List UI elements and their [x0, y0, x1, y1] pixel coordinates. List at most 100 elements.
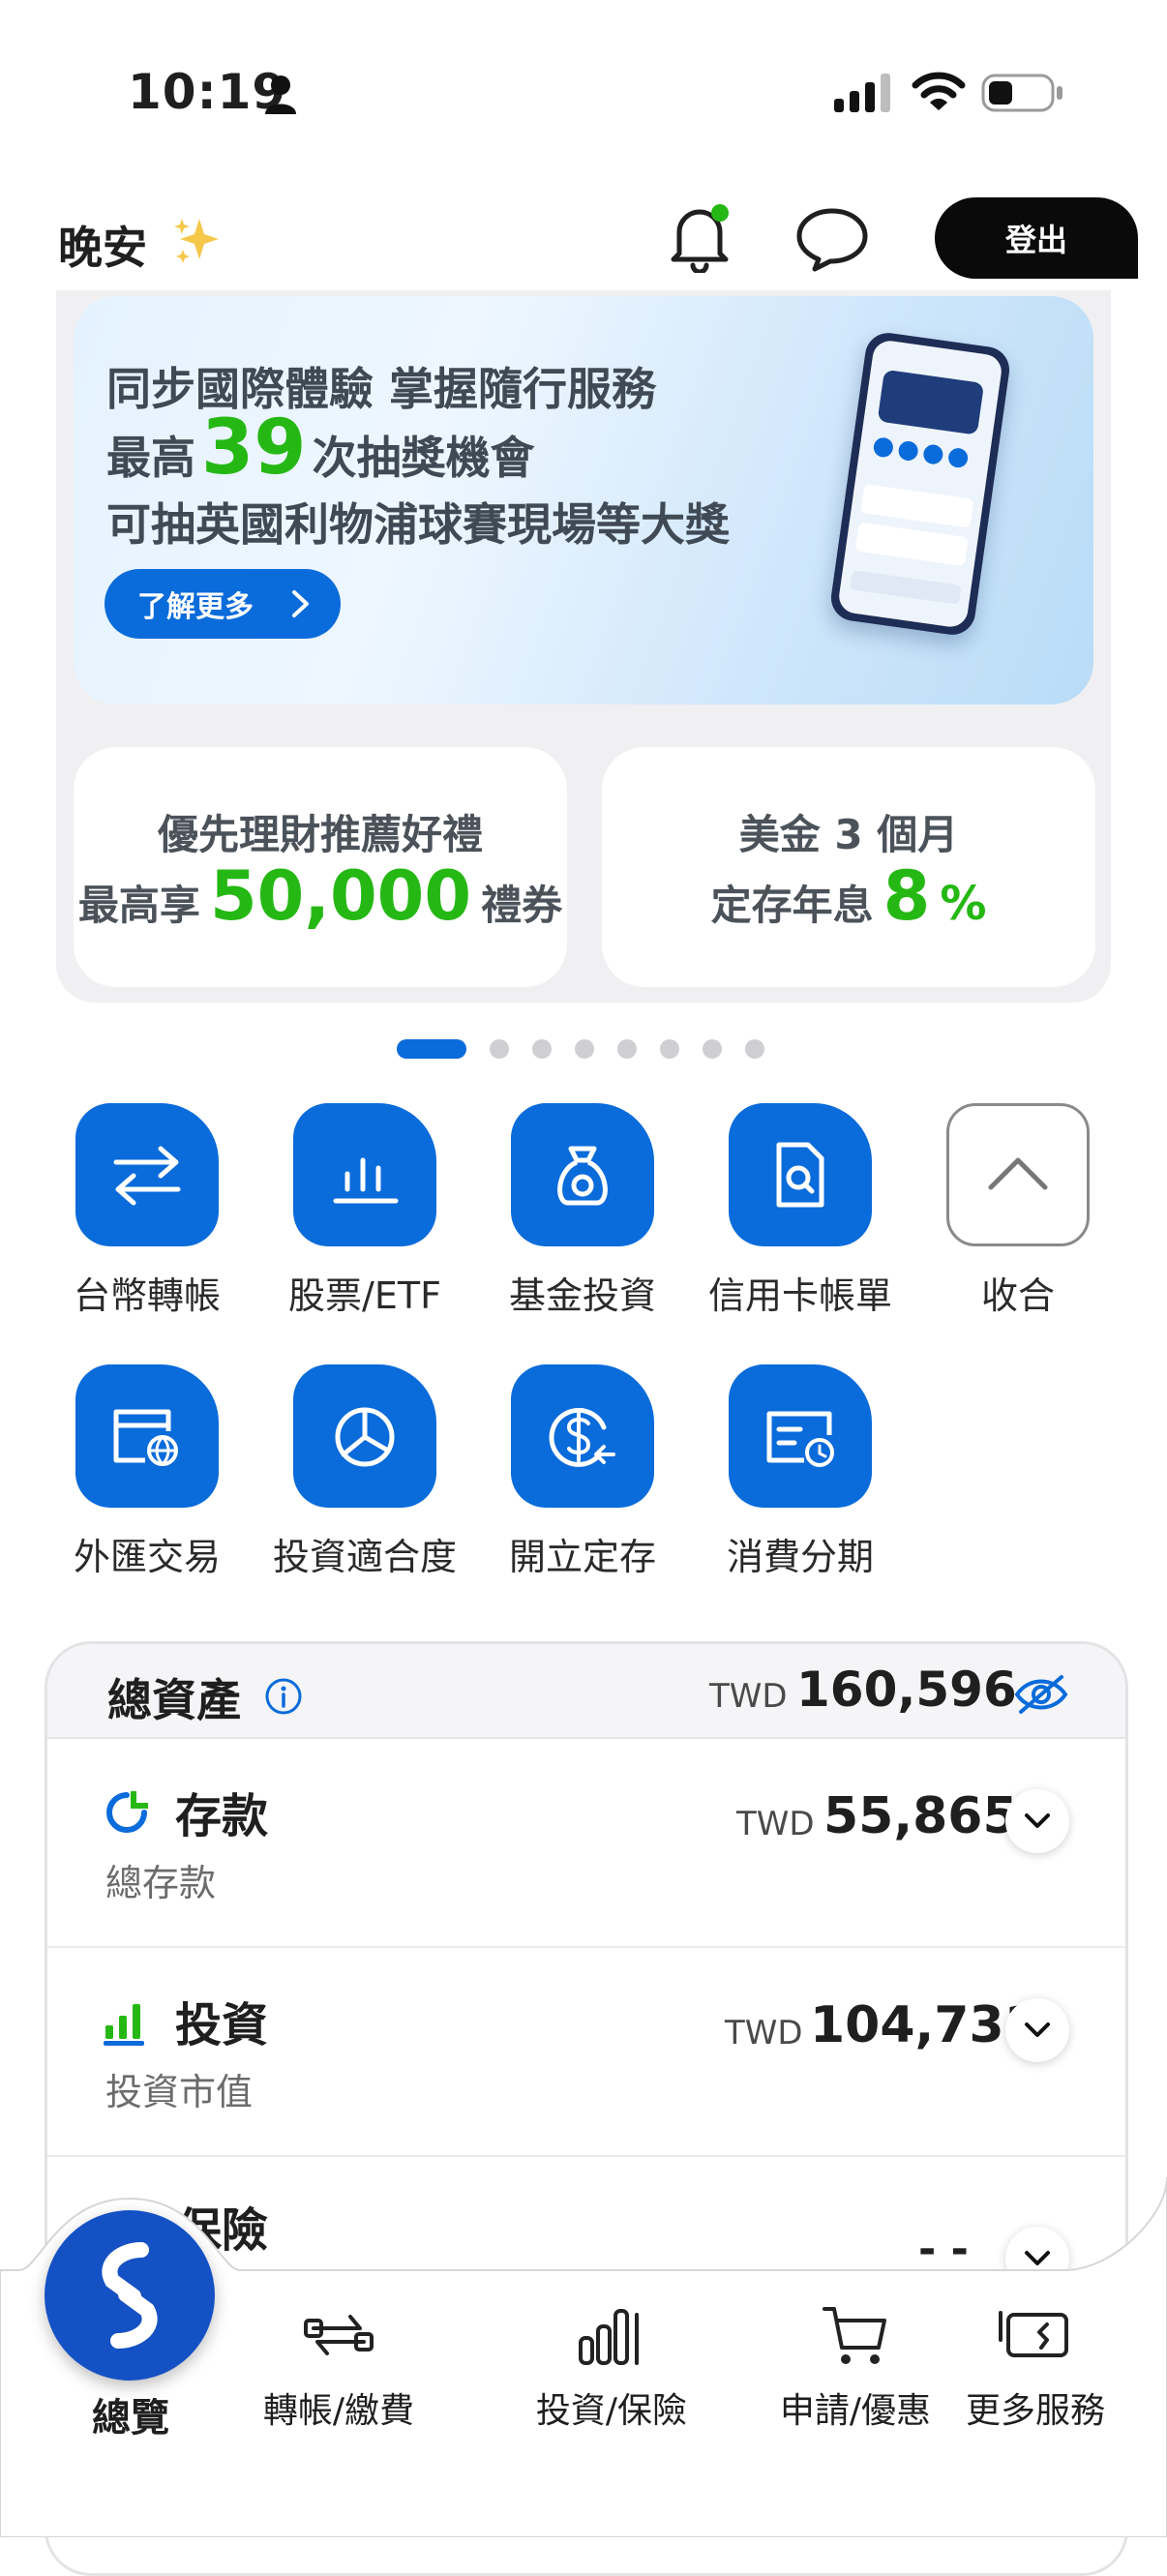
forex-globe-icon [113, 1409, 178, 1466]
shortcut-tile [293, 1103, 436, 1246]
home-overview-button[interactable] [45, 2210, 215, 2381]
deposit-refresh-icon [106, 1791, 148, 1833]
carousel-dot[interactable] [490, 1039, 509, 1059]
chevron-down-icon [1025, 1813, 1050, 1828]
shortcut-label: 台幣轉帳 [73, 1274, 221, 1317]
notification-bell-icon[interactable] [666, 199, 733, 273]
battery-icon [981, 74, 1062, 112]
promo-a-suffix: 禮券 [481, 881, 563, 929]
money-bag-icon [557, 1146, 608, 1206]
promo-card-usd-deposit[interactable]: 美金 3 個月 定存年息 8 % [602, 747, 1095, 987]
shortcut-fund-investment[interactable]: 基金投資 [486, 1103, 679, 1319]
shortcut-investment-suitability[interactable]: 投資適合度 [268, 1364, 462, 1580]
shortcut-credit-card-bill[interactable]: 信用卡帳單 [703, 1103, 897, 1319]
learn-more-button[interactable]: 了解更多 [105, 569, 341, 639]
wifi-icon [912, 72, 966, 110]
nav-label: 轉帳/繳費 [262, 2391, 415, 2431]
shortcut-tile [511, 1364, 654, 1508]
promo-b-line2: 定存年息 8 % [710, 855, 987, 936]
shortcut-forex[interactable]: 外匯交易 [50, 1364, 244, 1580]
nav-more-services[interactable]: 更多服務 [939, 2301, 1132, 2433]
shortcut-label: 股票/ETF [288, 1274, 441, 1317]
nav-apply-offers[interactable]: 申請/優惠 [759, 2301, 952, 2433]
transfer-icon [304, 2315, 374, 2355]
greeting-text: 晚安 [58, 222, 147, 274]
promo-a-prefix: 最高享 [77, 881, 200, 929]
shortcut-label: 信用卡帳單 [707, 1274, 892, 1317]
chevron-down-icon [1025, 2022, 1050, 2037]
shortcut-installment[interactable]: 消費分期 [703, 1364, 897, 1580]
shortcut-label: 收合 [980, 1274, 1055, 1317]
shortcut-label: 消費分期 [726, 1536, 874, 1578]
shortcut-collapse[interactable]: 收合 [921, 1103, 1115, 1319]
total-assets-header: 總資產 TWD 160,596 [47, 1644, 1125, 1739]
nav-home-label: 總覽 [92, 2396, 169, 2441]
shortcut-label: 開立定存 [508, 1536, 656, 1578]
banner-line-1: 同步國際體驗 掌握隨行服務 [106, 363, 657, 415]
shortcut-twd-transfer[interactable]: 台幣轉帳 [50, 1103, 244, 1319]
shortcut-tile [293, 1364, 436, 1508]
chevron-up-icon [988, 1157, 1048, 1190]
carousel-dot[interactable] [617, 1039, 637, 1059]
phone-screen [836, 339, 1004, 629]
asset-row-title: 存款 [175, 1789, 269, 1843]
banner-line-3: 可抽英國利物浦球賽現場等大獎 [106, 498, 730, 551]
carousel-dot[interactable] [745, 1039, 764, 1059]
shortcut-open-deposit[interactable]: 開立定存 [486, 1364, 679, 1580]
chat-bubble-icon[interactable] [795, 205, 869, 273]
person-icon [265, 75, 296, 114]
cart-icon [823, 2307, 886, 2364]
promo-b-number: 8 [883, 855, 931, 936]
dollar-deposit-icon [549, 1407, 615, 1467]
shortcut-tile [729, 1103, 872, 1246]
asset-row-value: 55,865 [823, 1787, 1018, 1845]
carousel-dot[interactable] [703, 1039, 722, 1059]
bank-logo-icon [102, 2242, 158, 2349]
nav-label: 投資/保險 [535, 2391, 688, 2431]
promo-b-line1: 美金 3 個月 [738, 810, 959, 858]
learn-more-label: 了解更多 [137, 590, 254, 624]
asset-row-title: 投資 [175, 1998, 269, 2052]
chevron-right-icon [292, 590, 309, 617]
bar-chart-icon [333, 1157, 399, 1204]
nav-transfer-payment[interactable]: 轉帳/繳費 [242, 2301, 435, 2433]
shortcut-label: 投資適合度 [272, 1536, 457, 1578]
asset-row-currency: TWD [725, 2014, 803, 2052]
shortcut-tile [511, 1103, 654, 1246]
investment-bars-icon [104, 2004, 144, 2046]
carousel-pagination [397, 1039, 764, 1059]
carousel-dot[interactable] [575, 1039, 594, 1059]
carousel-dot[interactable] [660, 1039, 679, 1059]
nav-label: 申請/優惠 [779, 2391, 932, 2431]
promo-banner[interactable]: 同步國際體驗 掌握隨行服務 最高 39 次抽獎機會 可抽英國利物浦球賽現場等大獎… [74, 296, 1093, 704]
promo-a-line1: 優先理財推薦好禮 [157, 810, 483, 858]
hide-balance-eye-icon[interactable] [1013, 1673, 1069, 1716]
more-services-icon [999, 2311, 1068, 2357]
shortcut-tile [75, 1364, 219, 1508]
expand-investments-button[interactable] [1005, 1998, 1069, 2062]
info-icon[interactable] [264, 1677, 303, 1716]
sparkle-icon [174, 219, 219, 263]
carousel-dot[interactable] [397, 1039, 466, 1059]
promo-b-prefix: 定存年息 [710, 881, 874, 929]
shortcut-stocks-etf[interactable]: 股票/ETF [268, 1103, 462, 1319]
document-search-icon [776, 1142, 824, 1208]
nav-investment-insurance[interactable]: 投資/保險 [515, 2301, 708, 2433]
asset-row-deposits[interactable]: 存款 總存款 TWD 55,865 [47, 1739, 1125, 1948]
banner-highlight-number: 39 [201, 404, 307, 492]
nav-label: 更多服務 [965, 2391, 1105, 2431]
asset-row-investments[interactable]: 投資 投資市值 TWD 104,731 [47, 1948, 1125, 2157]
carousel-dot[interactable] [532, 1039, 552, 1059]
total-assets-value: 160,596 [796, 1662, 1017, 1718]
promo-a-line2: 最高享 50,000 禮券 [77, 860, 563, 933]
cellular-signal-icon [834, 74, 890, 112]
promo-card-referral[interactable]: 優先理財推薦好禮 最高享 50,000 禮券 [74, 747, 567, 987]
investment-bars-icon [579, 2309, 639, 2365]
promo-b-unit: % [940, 876, 987, 931]
banner-line2-suffix: 次抽獎機會 [312, 432, 535, 484]
expand-deposits-button[interactable] [1005, 1789, 1069, 1853]
shortcut-label: 外匯交易 [73, 1536, 221, 1578]
shortcut-tile [946, 1103, 1090, 1246]
shortcut-tile [75, 1103, 219, 1246]
logout-button[interactable]: 登出 [935, 197, 1138, 279]
